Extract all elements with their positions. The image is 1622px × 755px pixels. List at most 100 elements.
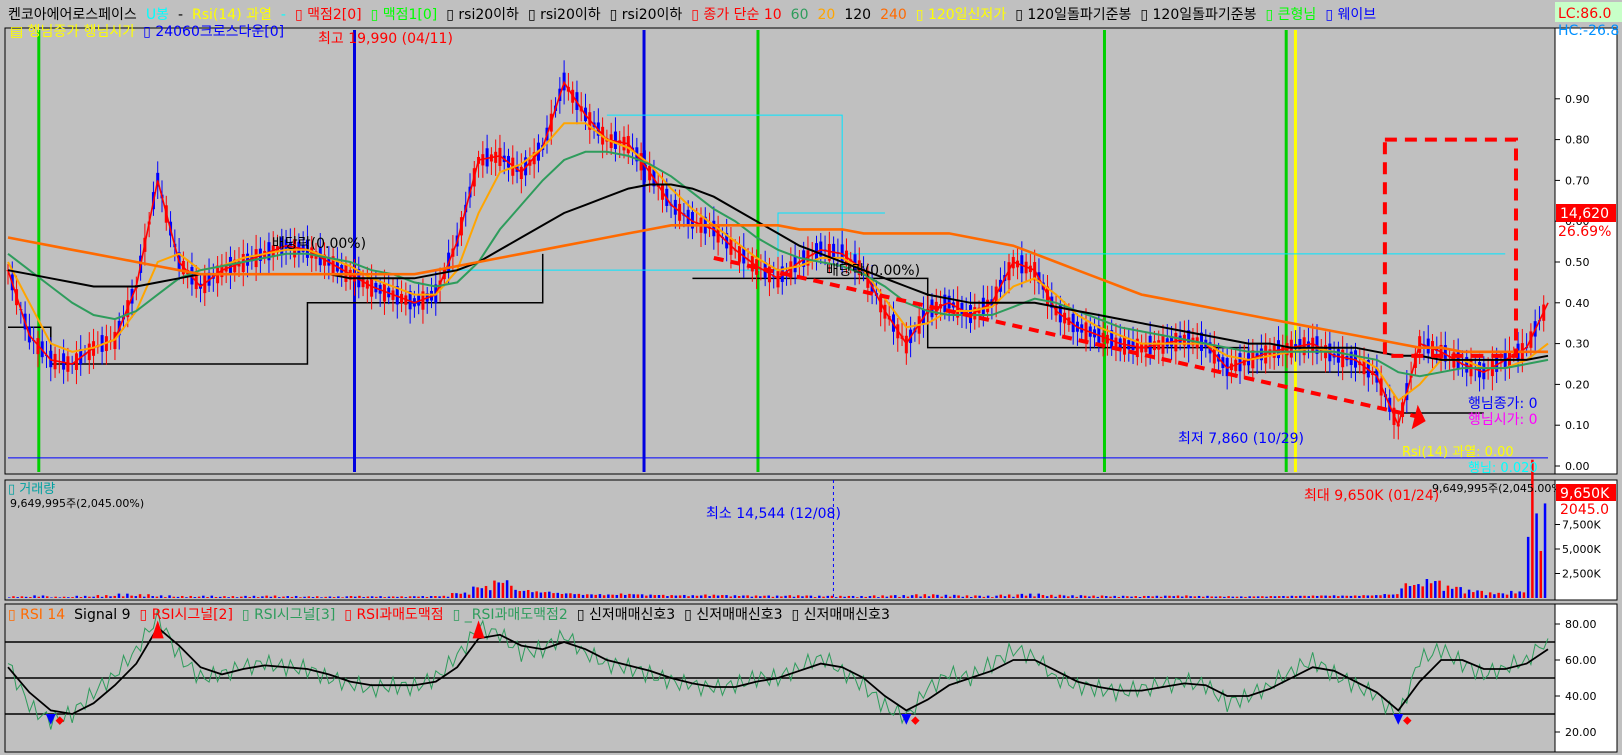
volume-bar xyxy=(1016,594,1019,598)
volume-bar xyxy=(282,596,285,598)
volume-bar xyxy=(982,596,986,598)
volume-bar xyxy=(611,594,614,598)
volume-bar xyxy=(940,596,943,598)
volume-bar xyxy=(96,595,100,598)
volume-bar xyxy=(767,595,770,598)
side-label-rsi: Rsi(14) 과열: 0.00 xyxy=(1402,445,1514,460)
volume-bar xyxy=(54,596,57,598)
volume-bar xyxy=(332,597,336,598)
volume-bar xyxy=(590,594,593,598)
volume-bar xyxy=(1067,596,1070,598)
volume-bar xyxy=(948,596,952,598)
volume-bar xyxy=(1202,596,1205,598)
volume-bar xyxy=(910,595,914,598)
volume-bar xyxy=(33,595,36,598)
volume-bar xyxy=(771,596,775,598)
legend-item: Rsi(14) 과열 xyxy=(192,7,272,23)
volume-bar xyxy=(451,593,454,598)
volume-bar xyxy=(695,595,699,598)
rsi-tick-label: 20.00 xyxy=(1565,726,1597,739)
volume-bar xyxy=(1197,595,1201,598)
legend-item: Signal 9 xyxy=(74,607,130,623)
volume-bar xyxy=(1134,596,1138,598)
volume-bar xyxy=(1214,596,1218,598)
volume-bar xyxy=(746,595,749,598)
volume-bar xyxy=(628,593,631,598)
volume-bar xyxy=(1467,589,1471,598)
volume-bar xyxy=(1337,596,1340,598)
volume-bar xyxy=(1109,596,1112,598)
volume-bar xyxy=(1505,594,1509,598)
side-label-close: 행님종가: 0 xyxy=(1468,396,1538,412)
volume-bar xyxy=(58,597,62,598)
volume-bar xyxy=(1404,583,1408,598)
volume-bar xyxy=(172,596,176,598)
volume-bar xyxy=(1476,590,1479,598)
volume-bar xyxy=(577,593,581,598)
volume-bar xyxy=(872,595,876,598)
volume-bar xyxy=(1459,587,1462,598)
price-tick-label: 0.50 xyxy=(1565,256,1590,269)
volume-bar xyxy=(674,595,678,598)
volume-bar xyxy=(1353,595,1357,598)
volume-bar xyxy=(1412,584,1416,598)
volume-bar xyxy=(822,596,825,598)
volume-bar xyxy=(429,596,433,598)
volume-bar xyxy=(1510,590,1513,598)
volume-bar xyxy=(898,596,901,598)
volume-bar xyxy=(1345,595,1348,598)
price-tick-label: 0.90 xyxy=(1565,93,1590,106)
volume-bar xyxy=(742,595,745,598)
volume-bar xyxy=(581,594,585,598)
volume-bar xyxy=(666,596,669,598)
volume-bar xyxy=(636,594,640,598)
volume-bar xyxy=(961,596,965,598)
volume-bar xyxy=(1020,593,1024,598)
volume-bar xyxy=(1408,586,1412,598)
volume-bar xyxy=(1303,595,1306,598)
volume-bar xyxy=(716,595,720,598)
volume-bar xyxy=(653,595,657,598)
volume-bar xyxy=(50,597,53,598)
volume-bar xyxy=(974,595,977,598)
legend-item: ▯ 큰형님 xyxy=(1266,7,1317,23)
volume-bar xyxy=(202,595,205,598)
volume-bar xyxy=(151,596,154,598)
volume-bar xyxy=(1273,596,1277,598)
volume-bar xyxy=(1543,503,1547,598)
volume-bar xyxy=(176,596,180,598)
volume-bar xyxy=(999,594,1003,598)
volume-bar xyxy=(1058,594,1062,598)
side-label-bottom: 행님: 0.020 xyxy=(1468,460,1538,476)
volume-bar xyxy=(535,591,538,598)
volume-bar xyxy=(1142,595,1146,598)
volume-bar xyxy=(349,596,353,598)
volume-bar xyxy=(721,595,724,598)
volume-bar xyxy=(206,597,209,598)
volume-bar xyxy=(1189,596,1192,598)
legend-item: ▯ RSI시그널[2] xyxy=(140,607,233,623)
volume-bar xyxy=(1400,588,1403,598)
volume-bar xyxy=(514,589,517,598)
volume-bar xyxy=(155,596,159,598)
volume-bar xyxy=(1315,595,1319,598)
volume-bar xyxy=(1024,595,1028,598)
volume-bar xyxy=(1172,596,1175,598)
volume-bar xyxy=(391,596,395,598)
volume-bar xyxy=(1294,596,1298,598)
volume-bar xyxy=(442,595,446,598)
volume-bar xyxy=(1096,596,1100,598)
volume-bar xyxy=(1261,596,1264,598)
volume-bar xyxy=(1193,596,1197,598)
current-change: 26.69% xyxy=(1558,224,1611,240)
volume-bar xyxy=(105,595,108,598)
volume-bar xyxy=(564,593,568,598)
volume-bar xyxy=(497,582,500,598)
volume-bar xyxy=(539,592,543,598)
volume-bar xyxy=(299,597,302,598)
volume-bar xyxy=(1235,596,1239,598)
legend-item: ▤ 행님종가 행님시가 xyxy=(10,24,135,40)
volume-bar xyxy=(927,596,931,598)
volume-bar xyxy=(1299,595,1302,598)
volume-bar xyxy=(375,596,378,598)
